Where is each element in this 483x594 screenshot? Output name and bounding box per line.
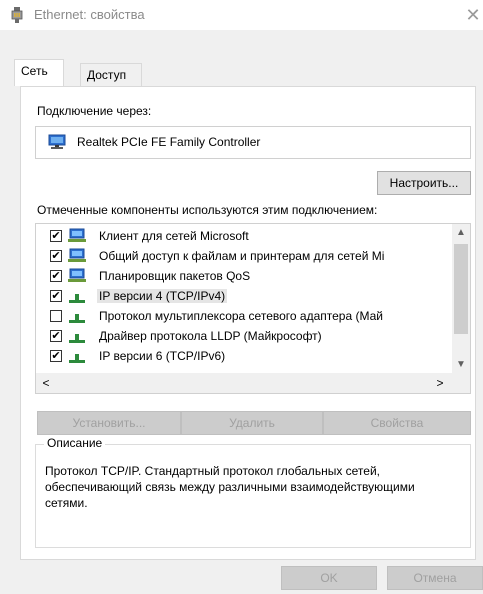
checkbox[interactable] (50, 310, 62, 322)
ethernet-icon (11, 7, 23, 23)
configure-button[interactable]: Настроить... (377, 171, 471, 195)
network-client-icon (68, 228, 86, 242)
network-client-icon (68, 248, 86, 262)
scrollbar-corner (452, 373, 470, 393)
item-label: IP версии 4 (TCP/IPv4) (97, 289, 228, 303)
item-label: IP версии 6 (TCP/IPv6) (99, 349, 226, 363)
network-client-icon (68, 268, 86, 282)
item-label: Планировщик пакетов QoS (99, 269, 251, 283)
list-item[interactable]: ✔ Общий доступ к файлам и принтерам для … (36, 246, 450, 266)
protocol-icon (69, 334, 85, 343)
checkbox[interactable]: ✔ (50, 270, 62, 282)
list-item[interactable]: ✔ Планировщик пакетов QoS (36, 266, 450, 286)
ok-button[interactable]: OK (281, 566, 377, 590)
adapter-box: Realtek PCIe FE Family Controller (35, 126, 471, 159)
tab-network[interactable]: Сеть (14, 59, 64, 86)
list-item[interactable]: ✔ IP версии 4 (TCP/IPv4) (36, 286, 450, 306)
protocol-icon (69, 354, 85, 363)
item-label: Драйвер протокола LLDP (Майкрософт) (99, 329, 322, 343)
remove-button[interactable]: Удалить (181, 411, 323, 435)
scroll-down-icon[interactable]: ▼ (452, 356, 470, 374)
title-bar: Ethernet: свойства ✕ (0, 0, 483, 30)
adapter-name: Realtek PCIe FE Family Controller (77, 135, 261, 149)
list-item[interactable]: ✔ Клиент для сетей Microsoft (36, 226, 450, 246)
close-icon[interactable]: ✕ (463, 0, 483, 30)
checkbox[interactable]: ✔ (50, 330, 62, 342)
list-item[interactable]: ✔ Драйвер протокола LLDP (Майкрософт) (36, 326, 450, 346)
install-button[interactable]: Установить... (37, 411, 181, 435)
tab-sharing[interactable]: Доступ (80, 63, 142, 87)
item-label: Клиент для сетей Microsoft (99, 229, 249, 243)
list-item[interactable]: ✔ IP версии 6 (TCP/IPv6) (36, 346, 450, 366)
description-legend: Описание (44, 436, 106, 450)
horizontal-scrollbar[interactable]: < > (36, 373, 470, 393)
list-item[interactable]: Протокол мультиплексора сетевого адаптер… (36, 306, 450, 326)
window-title: Ethernet: свойства (34, 7, 145, 22)
protocol-icon (69, 314, 85, 323)
checkbox[interactable]: ✔ (50, 290, 62, 302)
checkbox[interactable]: ✔ (50, 350, 62, 362)
connect-using-label: Подключение через: (37, 104, 152, 118)
components-list[interactable]: ✔ Клиент для сетей Microsoft ✔ Общий дос… (35, 223, 471, 394)
network-adapter-icon (48, 134, 66, 149)
properties-button[interactable]: Свойства (323, 411, 471, 435)
scroll-thumb[interactable] (454, 244, 468, 334)
checkbox[interactable]: ✔ (50, 230, 62, 242)
description-group: Описание Протокол TCP/IP. Стандартный пр… (35, 436, 471, 548)
protocol-icon (69, 294, 85, 303)
scroll-right-icon[interactable]: > (430, 373, 450, 393)
scroll-up-icon[interactable]: ▲ (452, 224, 470, 242)
components-label: Отмеченные компоненты используются этим … (37, 203, 378, 217)
scroll-left-icon[interactable]: < (36, 373, 56, 393)
checkbox[interactable]: ✔ (50, 250, 62, 262)
vertical-scrollbar[interactable]: ▲ ▼ (452, 224, 470, 374)
description-text: Протокол TCP/IP. Стандартный протокол гл… (45, 464, 415, 510)
item-label: Протокол мультиплексора сетевого адаптер… (99, 309, 383, 323)
cancel-button[interactable]: Отмена (387, 566, 483, 590)
item-label: Общий доступ к файлам и принтерам для се… (99, 249, 385, 263)
